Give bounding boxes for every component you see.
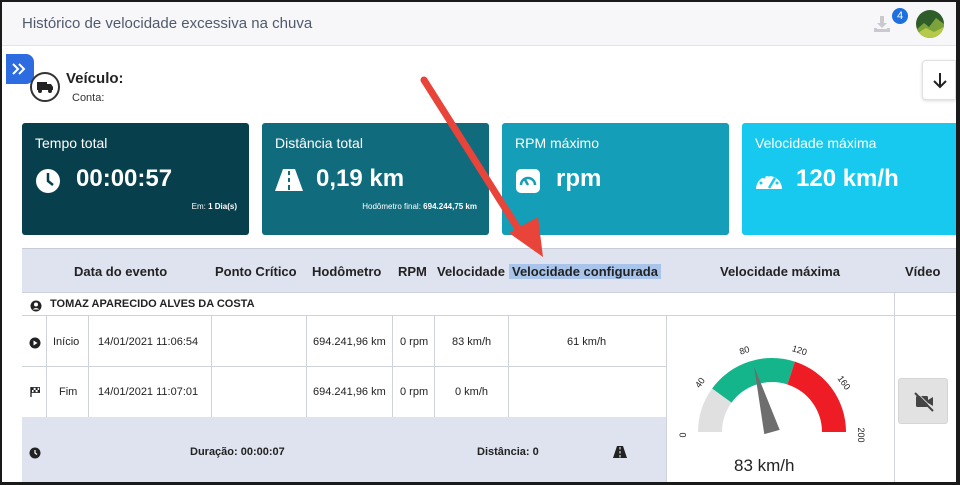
sidebar-expand-button[interactable]	[6, 54, 34, 84]
col-odometer[interactable]: Hodômetro	[312, 264, 381, 279]
page-title: Histórico de velocidade excessiva na chu…	[22, 15, 313, 32]
tachometer-icon	[514, 167, 542, 200]
event-type: Início	[53, 336, 80, 348]
col-configured-speed[interactable]: Velocidade configurada	[509, 264, 661, 279]
video-button[interactable]	[898, 378, 948, 424]
divider	[22, 366, 666, 367]
summary-row: Duração: 00:00:07 Distância: 0	[22, 417, 666, 482]
truck-icon	[30, 72, 60, 102]
col-video[interactable]: Vídeo	[905, 264, 940, 279]
card-total-distance: Distância total 0,19 km Hodômetro final:…	[262, 123, 489, 235]
event-date: 14/01/2021 11:07:01	[98, 386, 199, 398]
card-value: rpm	[556, 165, 602, 192]
rpm-value: 0 rpm	[400, 336, 429, 348]
card-value: 120 km/h	[796, 165, 899, 192]
card-max-rpm: RPM máximo rpm	[502, 123, 729, 235]
event-type: Fim	[59, 386, 78, 398]
card-title: Distância total	[275, 135, 363, 151]
col-rpm[interactable]: RPM	[398, 264, 427, 279]
download-icon[interactable]	[872, 14, 892, 39]
card-value: 00:00:57	[76, 165, 173, 192]
gauge-tick-label: 120	[791, 343, 808, 357]
clock-icon	[29, 446, 41, 464]
duration-text: Duração: 00:00:07	[190, 446, 285, 458]
vehicle-label: Veículo:	[66, 70, 124, 87]
col-max-speed[interactable]: Velocidade máxima	[720, 264, 840, 279]
card-title: RPM máximo	[515, 135, 600, 151]
card-value: 0,19 km	[316, 165, 405, 192]
card-title: Tempo total	[35, 135, 108, 151]
card-note: Em: 1 Dia(s)	[191, 202, 237, 211]
clock-icon	[34, 167, 62, 200]
gauge-band-mid	[712, 358, 795, 403]
gauge-tick-label: 80	[738, 344, 751, 357]
speed-gauge: 0 40 80 120 160 200	[678, 343, 866, 442]
col-critical-point[interactable]: Ponto Crítico	[215, 264, 297, 279]
gauge-tick-label: 40	[693, 376, 707, 390]
gauge-tick-label: 200	[856, 427, 866, 442]
card-note: Hodômetro final: 694.244,75 km	[362, 202, 477, 211]
gauge-tick-label: 0	[678, 432, 688, 437]
app-window: Histórico de velocidade excessiva na chu…	[2, 2, 956, 482]
gauge-reading: 83 km/h	[734, 456, 795, 475]
finish-flag-icon	[29, 385, 41, 403]
speed-value: 0 km/h	[455, 386, 489, 398]
group-name: TOMAZ APARECIDO ALVES DA COSTA	[50, 298, 255, 310]
double-chevron-right-icon	[12, 63, 26, 75]
download-count-badge: 4	[892, 8, 908, 24]
road-icon	[613, 445, 627, 463]
speedometer-icon	[754, 167, 784, 198]
user-circle-icon	[30, 299, 42, 317]
col-speed[interactable]: Velocidade	[437, 264, 505, 279]
download-report-button[interactable]	[922, 60, 956, 100]
odometer-value: 694.241,96 km	[313, 386, 386, 398]
odometer-value: 694.241,96 km	[313, 336, 386, 348]
card-total-time: Tempo total 00:00:57 Em: 1 Dia(s)	[22, 123, 249, 235]
speed-value: 83 km/h	[452, 336, 492, 348]
gauge-band-high	[787, 361, 846, 432]
event-date: 14/01/2021 11:06:54	[98, 336, 199, 348]
rpm-value: 0 rpm	[400, 386, 429, 398]
gauge-tick-label: 160	[836, 374, 853, 392]
video-off-icon	[914, 391, 935, 412]
top-bar: Histórico de velocidade excessiva na chu…	[2, 2, 956, 46]
divider	[894, 292, 895, 482]
arrow-down-icon	[933, 73, 947, 89]
account-label: Conta:	[72, 92, 105, 104]
configured-speed-value: 61 km/h	[567, 336, 607, 348]
distance-text: Distância: 0	[477, 446, 539, 458]
road-icon	[274, 167, 304, 198]
card-title: Velocidade máxima	[755, 135, 877, 151]
table-header: Data do evento Ponto Crítico Hodômetro R…	[22, 248, 956, 292]
card-max-speed: Velocidade máxima 120 km/h	[742, 123, 956, 235]
avatar[interactable]	[916, 10, 944, 38]
col-event-date[interactable]: Data do evento	[74, 264, 167, 279]
play-icon	[29, 336, 41, 354]
